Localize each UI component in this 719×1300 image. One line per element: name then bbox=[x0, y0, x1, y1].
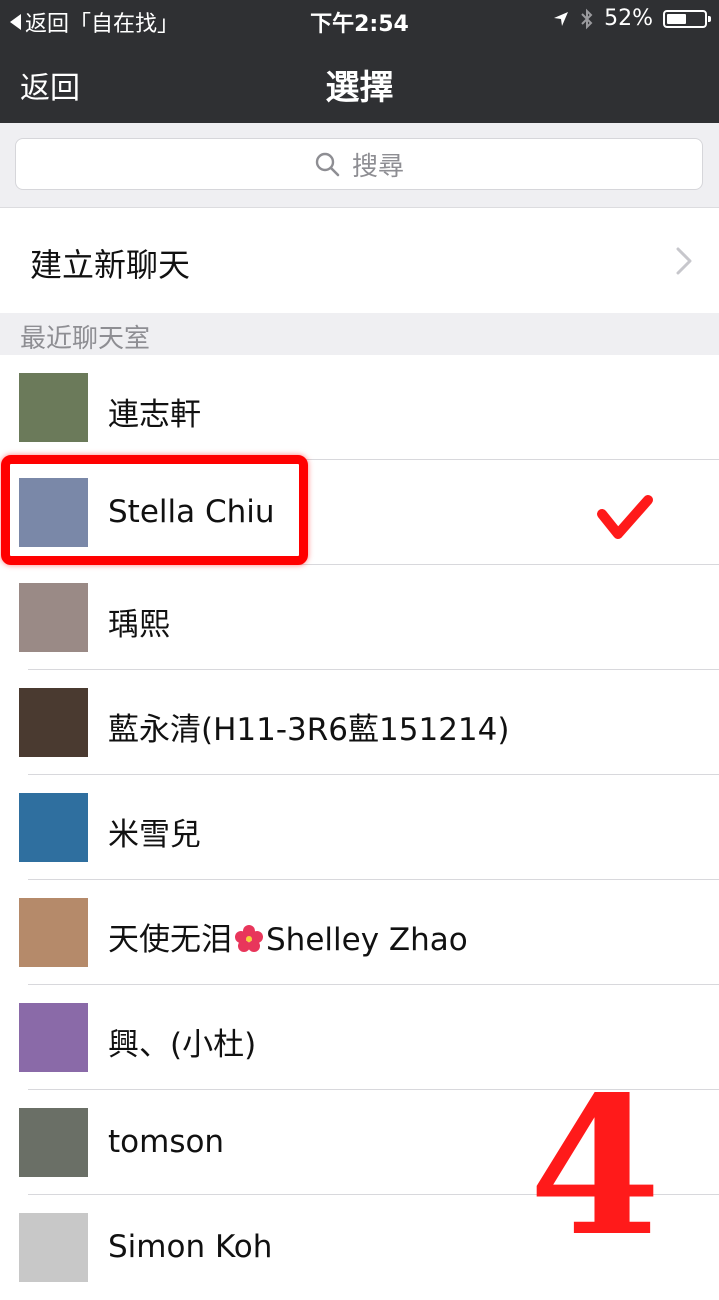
bluetooth-icon bbox=[581, 8, 593, 29]
list-item[interactable]: 米雪兒 bbox=[0, 775, 719, 880]
avatar bbox=[19, 793, 88, 862]
battery-percent: 52% bbox=[604, 6, 653, 31]
create-new-chat-row[interactable]: 建立新聊天 bbox=[0, 208, 719, 313]
contact-name-part: 天使无泪 bbox=[108, 922, 232, 958]
avatar bbox=[19, 583, 88, 652]
avatar bbox=[19, 898, 88, 967]
status-bar: 返回「自在找」 下午2:54 52% bbox=[0, 0, 719, 40]
hibiscus-icon bbox=[235, 925, 263, 952]
contact-name: Simon Koh bbox=[108, 1229, 273, 1265]
avatar bbox=[19, 1108, 88, 1177]
section-label: 最近聊天室 bbox=[20, 324, 151, 354]
contact-name: 米雪兒 bbox=[108, 817, 201, 853]
location-arrow-icon bbox=[554, 11, 569, 26]
avatar bbox=[19, 373, 88, 442]
search-icon bbox=[315, 152, 340, 177]
list-item[interactable]: 藍永清(H11-3R6藍151214) bbox=[0, 670, 719, 775]
contact-name: 興、(小杜) bbox=[108, 1027, 257, 1063]
top-bar: 返回「自在找」 下午2:54 52% 返回 選擇 bbox=[0, 0, 719, 123]
search-placeholder: 搜尋 bbox=[351, 151, 404, 182]
contact-name-part: Shelley Zhao bbox=[266, 922, 468, 958]
list-item[interactable]: 天使无泪 Shelley Zhao bbox=[0, 880, 719, 985]
section-header-recent-chats: 最近聊天室 bbox=[0, 313, 719, 355]
step-number-annotation: 4 bbox=[528, 1055, 662, 1278]
battery-icon bbox=[663, 9, 711, 28]
contact-name: tomson bbox=[108, 1124, 225, 1160]
status-indicators: 52% bbox=[552, 6, 711, 31]
avatar bbox=[19, 688, 88, 757]
create-new-chat-label: 建立新聊天 bbox=[30, 246, 191, 284]
contact-name: 天使无泪 Shelley Zhao bbox=[108, 914, 468, 959]
contact-name: 連志軒 bbox=[108, 397, 201, 433]
list-item[interactable]: 連志軒 bbox=[0, 355, 719, 460]
chevron-right-icon bbox=[676, 247, 692, 275]
contact-name: 瑀熙 bbox=[108, 607, 170, 643]
contact-name: 藍永清(H11-3R6藍151214) bbox=[108, 712, 510, 748]
search-input[interactable]: 搜尋 bbox=[15, 138, 703, 190]
nav-bar: 返回 選擇 bbox=[0, 40, 719, 123]
avatar bbox=[19, 1003, 88, 1072]
search-bar-container: 搜尋 bbox=[0, 123, 719, 208]
check-mark-icon bbox=[597, 495, 653, 539]
battery-level bbox=[667, 13, 686, 24]
list-item[interactable]: 瑀熙 bbox=[0, 565, 719, 670]
page-title: 選擇 bbox=[325, 68, 394, 108]
highlight-annotation-box bbox=[1, 455, 308, 565]
avatar bbox=[19, 1213, 88, 1282]
